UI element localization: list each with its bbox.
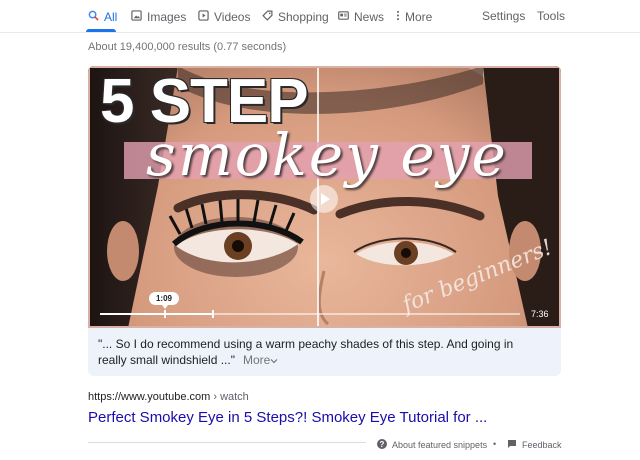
thumbnail-script-text: smokey eye [146, 121, 508, 189]
progress-start-marker [164, 310, 166, 318]
tab-images-label: Images [147, 10, 187, 24]
tab-more-label: More [405, 10, 433, 24]
news-icon [338, 10, 349, 24]
divider [88, 442, 366, 443]
tab-videos-label: Videos [214, 10, 251, 24]
search-tabs-bar: All Images Videos Shopping News More Set… [0, 0, 640, 33]
video-progress-fill [100, 313, 213, 315]
result-url-path: watch [220, 391, 249, 403]
featured-snippet: "... So I do recommend using a warm peac… [88, 328, 561, 376]
more-label: More [242, 353, 271, 367]
results-stats: About 19,400,000 results (0.77 seconds) [88, 41, 287, 53]
tag-icon [262, 10, 273, 24]
tab-all-label: All [104, 10, 118, 24]
result-url-separator: › [210, 391, 221, 403]
tab-shopping[interactable]: Shopping [262, 9, 329, 25]
snippet-body: "... So I do recommend using a warm peac… [98, 336, 538, 368]
feedback-icon [507, 439, 517, 451]
video-thumbnail[interactable]: 5 STEP smokey eye for beginners! 1:09 7:… [88, 66, 561, 328]
tab-videos[interactable]: Videos [198, 9, 250, 25]
video-progress-bar[interactable] [100, 310, 520, 318]
tab-all[interactable]: All [88, 9, 117, 25]
tools-link[interactable]: Tools [537, 9, 565, 23]
video-duration: 7:36 [531, 309, 549, 319]
footer-dot: • [493, 439, 497, 449]
about-featured-snippets-link[interactable]: ? About featured snippets [377, 439, 487, 451]
svg-text:?: ? [380, 440, 385, 449]
tab-shopping-label: Shopping [278, 10, 329, 24]
tab-more[interactable]: More [396, 9, 432, 25]
chevron-down-icon [270, 353, 278, 367]
progress-end-marker [212, 310, 214, 318]
tab-images[interactable]: Images [131, 9, 186, 25]
feedback-label: Feedback [522, 440, 562, 450]
timestamp-chip: 1:09 [149, 292, 179, 309]
result-title-link[interactable]: Perfect Smokey Eye in 5 Steps?! Smokey E… [88, 409, 487, 426]
settings-link[interactable]: Settings [482, 9, 525, 23]
image-icon [131, 10, 142, 24]
result-url-domain: https://www.youtube.com [88, 391, 211, 403]
help-icon: ? [377, 439, 387, 451]
result-url: https://www.youtube.com › watch [88, 391, 249, 403]
tab-news[interactable]: News [338, 9, 384, 25]
active-tab-indicator [86, 29, 116, 32]
about-featured-snippets-label: About featured snippets [392, 440, 488, 450]
tab-news-label: News [354, 10, 385, 24]
play-button[interactable] [310, 185, 338, 213]
video-icon [198, 10, 209, 24]
search-icon [88, 10, 99, 24]
more-button[interactable]: More [243, 353, 278, 367]
snippet-text: "... So I do recommend using a warm peac… [98, 337, 514, 367]
feedback-link[interactable]: Feedback [507, 439, 562, 451]
more-vert-icon [396, 10, 400, 24]
